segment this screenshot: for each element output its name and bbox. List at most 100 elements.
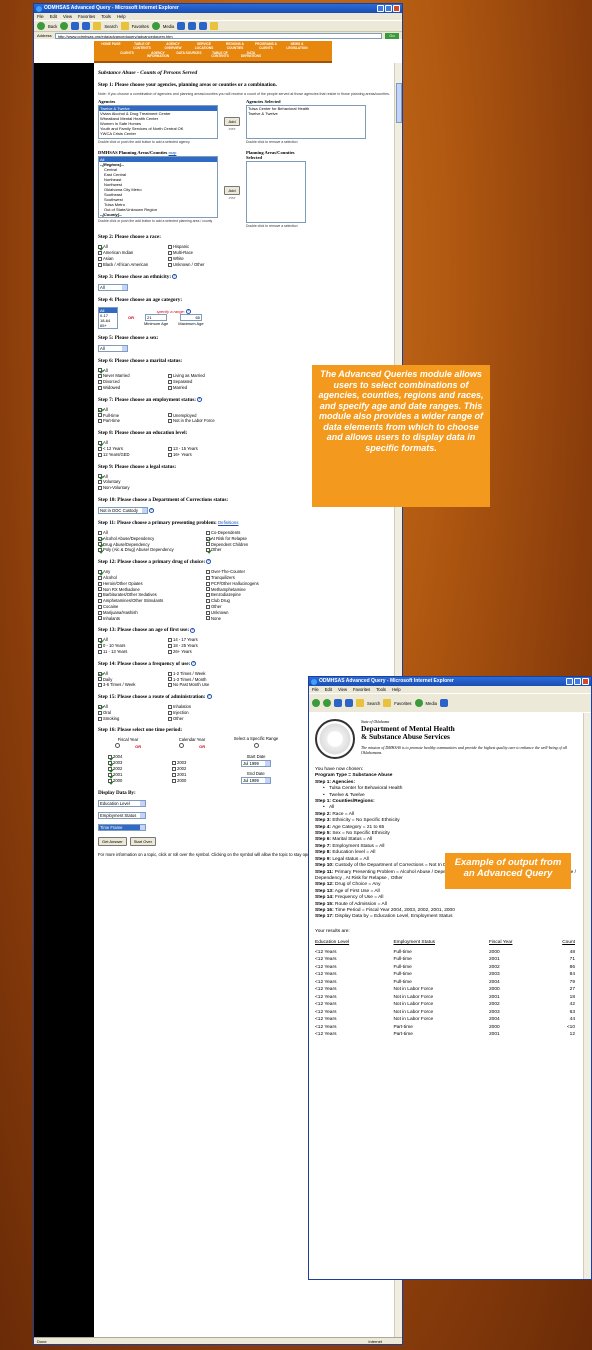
menu-file[interactable]: File bbox=[312, 686, 319, 693]
nav-item[interactable]: TABLE OF CONTENTS bbox=[129, 42, 155, 51]
checkbox[interactable] bbox=[98, 474, 102, 479]
nav-item[interactable]: HOME PAGE bbox=[98, 42, 124, 51]
checkbox[interactable] bbox=[206, 536, 210, 541]
checkbox-row[interactable]: Smoking bbox=[98, 716, 158, 722]
nav-item[interactable]: NEWS & LEGISLATION bbox=[284, 42, 310, 51]
areas-selected-listbox[interactable] bbox=[246, 161, 306, 224]
checkbox[interactable] bbox=[98, 710, 102, 715]
checkbox[interactable] bbox=[168, 649, 172, 654]
checkbox[interactable] bbox=[108, 773, 112, 778]
sex-select[interactable]: All bbox=[98, 344, 128, 352]
media-icon[interactable] bbox=[151, 22, 160, 30]
minimize-button[interactable] bbox=[377, 5, 384, 12]
checkbox[interactable] bbox=[98, 452, 102, 457]
checkbox-row[interactable]: 11 - 13 Years bbox=[98, 649, 158, 655]
nav-item[interactable]: CLIENTS bbox=[114, 51, 140, 60]
list-item[interactable]: --[County]-- bbox=[99, 212, 217, 217]
checkbox-row[interactable]: Non-Voluntary bbox=[98, 485, 178, 491]
checkbox[interactable] bbox=[98, 245, 102, 250]
checkbox[interactable] bbox=[98, 380, 102, 385]
stop-icon[interactable] bbox=[334, 699, 342, 707]
help-icon[interactable]: ? bbox=[172, 273, 178, 279]
checkbox[interactable] bbox=[168, 251, 172, 256]
list-item[interactable]: YWCA Crisis Center bbox=[99, 131, 217, 136]
checkbox[interactable] bbox=[98, 530, 102, 535]
back-icon[interactable] bbox=[312, 699, 320, 707]
checkbox[interactable] bbox=[168, 256, 172, 261]
media-button[interactable]: Media bbox=[426, 701, 437, 706]
forward-icon[interactable] bbox=[60, 22, 69, 30]
help-icon[interactable]: ? bbox=[149, 508, 154, 514]
checkbox[interactable] bbox=[98, 593, 102, 598]
checkbox[interactable] bbox=[206, 575, 210, 580]
checkbox[interactable] bbox=[206, 587, 210, 592]
checkbox[interactable] bbox=[172, 779, 176, 784]
display-select-1[interactable]: Education Level bbox=[98, 800, 146, 808]
checkbox[interactable] bbox=[168, 704, 172, 709]
checkbox[interactable] bbox=[98, 649, 102, 654]
scroll-thumb[interactable] bbox=[396, 83, 402, 123]
checkbox-row[interactable]: Black / African American bbox=[98, 262, 158, 268]
menu-help[interactable]: Help bbox=[392, 686, 401, 693]
maximize-button[interactable] bbox=[574, 678, 581, 685]
checkbox[interactable] bbox=[98, 548, 102, 553]
checkbox[interactable] bbox=[98, 581, 102, 586]
checkbox[interactable] bbox=[108, 761, 112, 766]
help-icon[interactable]: ? bbox=[206, 559, 212, 565]
checkbox[interactable] bbox=[98, 413, 102, 418]
menu-edit[interactable]: Edit bbox=[325, 686, 332, 693]
mail-icon[interactable] bbox=[188, 22, 197, 30]
checkbox-row[interactable]: Part-time bbox=[98, 418, 158, 424]
doc-select[interactable]: Not in DOC Custody bbox=[98, 506, 148, 514]
menu-file[interactable]: File bbox=[37, 13, 44, 20]
add-agency-button[interactable]: Add bbox=[224, 117, 240, 127]
checkbox[interactable] bbox=[98, 256, 102, 261]
minimize-button[interactable] bbox=[566, 678, 573, 685]
checkbox-row[interactable]: Other bbox=[168, 716, 228, 722]
checkbox[interactable] bbox=[168, 245, 172, 250]
checkbox[interactable] bbox=[98, 407, 102, 412]
areas-listbox[interactable]: All --[Regions]-- Central East Central N… bbox=[98, 156, 218, 219]
checkbox[interactable] bbox=[168, 716, 172, 721]
checkbox[interactable] bbox=[98, 644, 102, 648]
map-link[interactable]: map bbox=[169, 150, 177, 155]
checkbox[interactable] bbox=[98, 599, 102, 604]
menu-tools[interactable]: Tools bbox=[376, 686, 386, 693]
checkbox-row[interactable]: Married bbox=[168, 385, 228, 391]
min-age-input[interactable]: 21 bbox=[145, 314, 168, 322]
checkbox[interactable] bbox=[98, 616, 102, 621]
checkbox-row[interactable]: 2000 bbox=[172, 778, 222, 784]
ethnicity-select[interactable]: All bbox=[98, 283, 128, 291]
back-label[interactable]: Back bbox=[48, 24, 57, 29]
checkbox[interactable] bbox=[108, 755, 112, 760]
home-icon[interactable] bbox=[93, 22, 102, 30]
nav-item[interactable]: REGIONS & COUNTIES bbox=[222, 42, 248, 51]
checkbox-row[interactable]: No Past Month Use bbox=[168, 682, 228, 688]
checkbox[interactable] bbox=[98, 671, 102, 676]
search-button[interactable]: Search bbox=[367, 701, 380, 706]
checkbox[interactable] bbox=[206, 593, 210, 598]
close-button[interactable] bbox=[582, 678, 589, 685]
favorites-button[interactable]: Favorites bbox=[394, 701, 411, 706]
checkbox[interactable] bbox=[98, 570, 102, 575]
menu-favorites[interactable]: Favorites bbox=[78, 13, 95, 20]
forward-icon[interactable] bbox=[323, 699, 331, 707]
checkbox[interactable] bbox=[168, 710, 172, 715]
checkbox[interactable] bbox=[98, 716, 102, 721]
checkbox-row[interactable]: 2000 bbox=[108, 778, 158, 784]
calendar-year-radio[interactable] bbox=[178, 743, 184, 749]
checkbox-row[interactable]: Inhalants bbox=[98, 616, 196, 622]
checkbox[interactable] bbox=[98, 441, 102, 446]
age-listbox[interactable]: All 0-17 18-64 65+ bbox=[98, 306, 118, 329]
vertical-scrollbar[interactable] bbox=[583, 713, 591, 1279]
checkbox[interactable] bbox=[168, 380, 172, 385]
checkbox[interactable] bbox=[168, 638, 172, 643]
checkbox-row[interactable]: Other bbox=[206, 547, 304, 553]
nav-item[interactable]: DATA DEFINITIONS bbox=[238, 51, 264, 60]
help-icon[interactable]: ? bbox=[206, 694, 212, 700]
help-icon[interactable]: ? bbox=[190, 627, 196, 633]
get-answer-button[interactable]: Get Answer bbox=[98, 837, 127, 847]
menu-view[interactable]: View bbox=[338, 686, 347, 693]
back-icon[interactable] bbox=[37, 22, 45, 30]
definitions-link[interactable]: Definitions bbox=[218, 520, 239, 525]
